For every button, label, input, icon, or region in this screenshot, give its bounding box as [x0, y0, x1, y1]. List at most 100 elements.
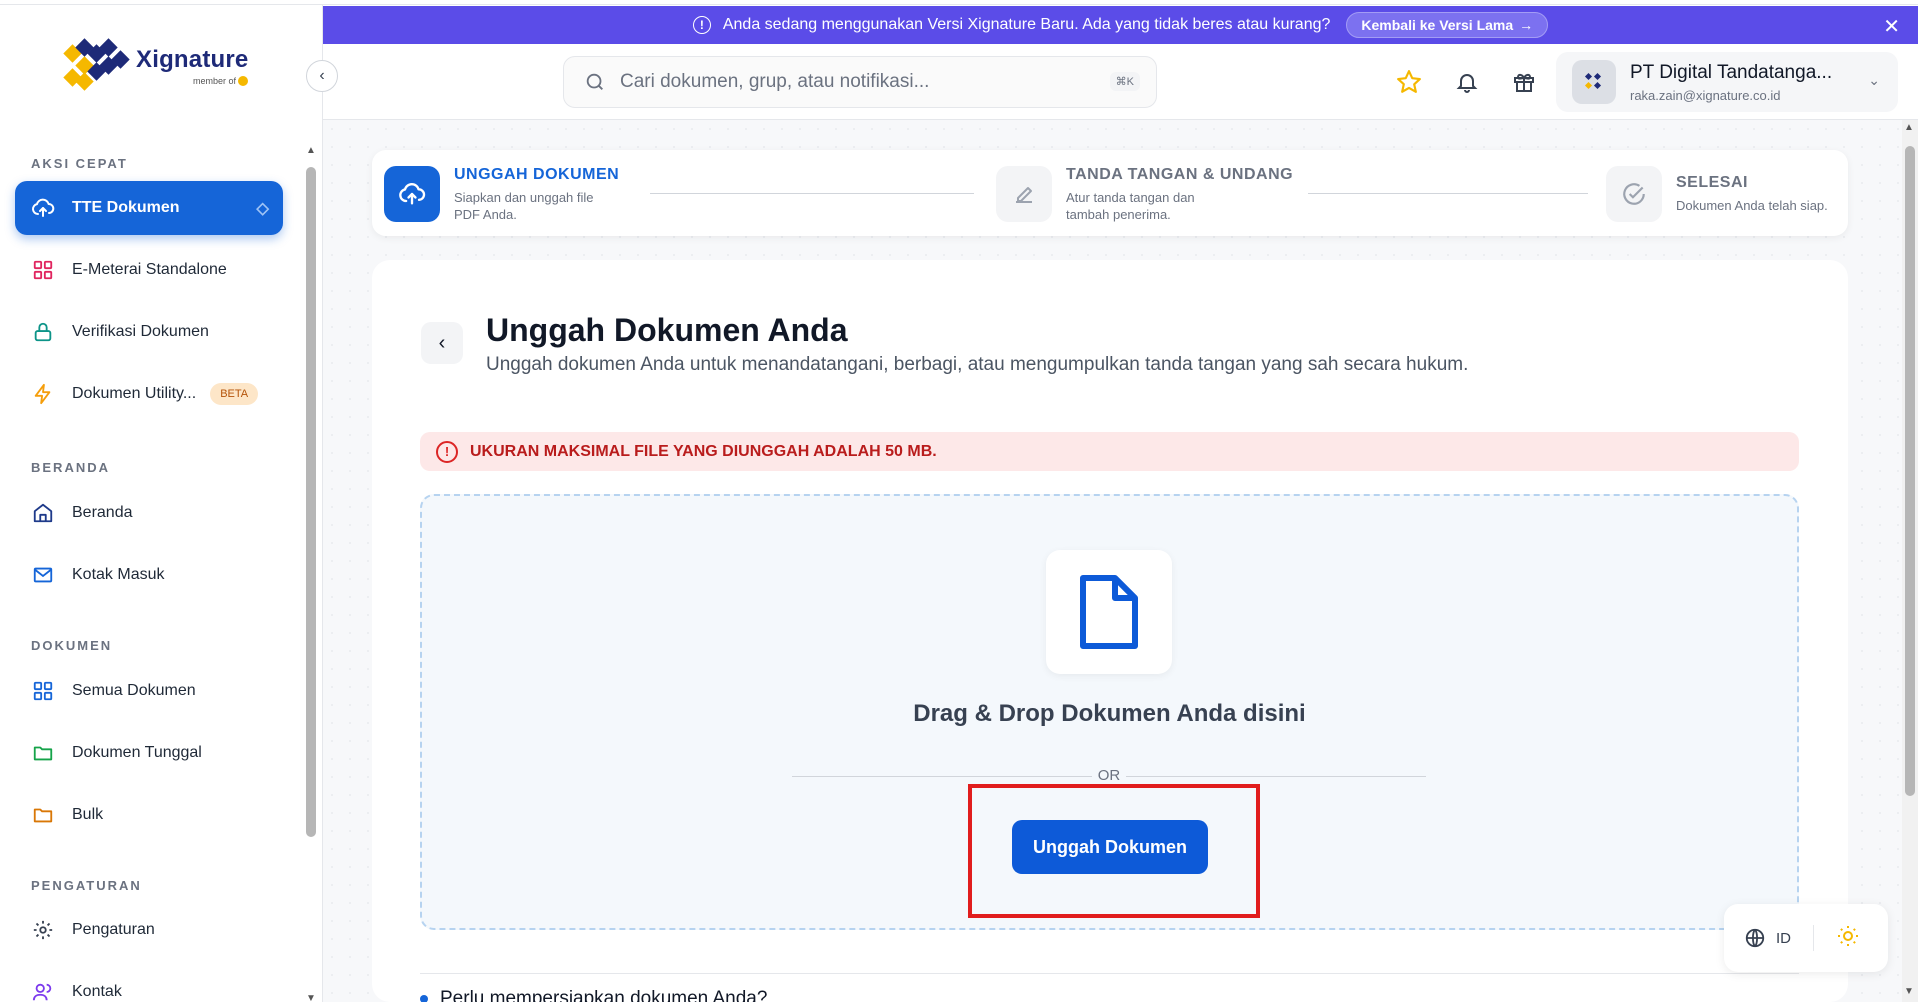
- alert-text: UKURAN MAKSIMAL FILE YANG DIUNGGAH ADALA…: [470, 442, 937, 460]
- xignature-logo[interactable]: Xignature member of: [63, 38, 249, 91]
- chevron-down-icon: ⌄: [1868, 72, 1880, 88]
- section-dokumen: DOKUMEN: [31, 638, 113, 653]
- step-selesai: SELESAI Dokumen Anda telah siap.: [1606, 166, 1828, 222]
- sidebar-item-semua-dokumen[interactable]: Semua Dokumen: [15, 664, 283, 718]
- grid-icon: [30, 257, 56, 283]
- lock-icon: [30, 319, 56, 345]
- globe-icon: [1745, 928, 1765, 948]
- or-label: OR: [1092, 767, 1126, 784]
- sidebar-item-dokumen-tunggal[interactable]: Dokumen Tunggal: [15, 726, 283, 780]
- sidebar-item-bulk[interactable]: Bulk: [15, 788, 283, 842]
- home-icon: [30, 500, 56, 526]
- scroll-down-icon[interactable]: ▼: [305, 993, 317, 1002]
- search-input[interactable]: [620, 71, 1080, 93]
- pen-icon: [996, 166, 1052, 222]
- beta-badge: BETA: [210, 383, 259, 405]
- controls-separator: [1813, 925, 1814, 951]
- sidebar-item-label: Bulk: [72, 806, 104, 823]
- sidebar-scrollbar[interactable]: ▲ ▼: [305, 145, 317, 1002]
- logo-tagline: member of: [136, 76, 249, 87]
- file-size-alert: ! UKURAN MAKSIMAL FILE YANG DIUNGGAH ADA…: [420, 432, 1799, 471]
- main-scrollbar[interactable]: ▲ ▼: [1902, 120, 1918, 1002]
- grid-icon: [30, 678, 56, 704]
- step-desc: Dokumen Anda telah siap.: [1676, 198, 1828, 213]
- chevron-left-icon: ‹: [438, 331, 446, 354]
- section-beranda: BERANDA: [31, 460, 110, 475]
- check-circle-icon: [1606, 166, 1662, 222]
- scroll-up-icon[interactable]: ▲: [305, 145, 317, 156]
- users-icon: [30, 979, 56, 1002]
- info-icon: !: [692, 16, 711, 34]
- folder-icon: [30, 740, 56, 766]
- scroll-down-icon[interactable]: ▼: [1904, 986, 1914, 997]
- file-icon-box: [1046, 550, 1172, 674]
- scrollbar-thumb[interactable]: [306, 167, 316, 837]
- sidebar: Xignature member of AKSI CEPAT TTE Dokum…: [0, 5, 323, 1002]
- sidebar-item-kontak[interactable]: Kontak: [15, 965, 283, 1002]
- sidebar-item-pengaturan[interactable]: Pengaturan: [15, 903, 283, 957]
- sidebar-item-label: E-Meterai Standalone: [72, 261, 227, 278]
- profile-name: PT Digital Tandatanga...: [1630, 61, 1833, 83]
- dropzone-title: Drag & Drop Dokumen Anda disini: [913, 700, 1306, 727]
- sidebar-item-label: Semua Dokumen: [72, 682, 196, 699]
- sidebar-item-label: Dokumen Tunggal: [72, 744, 202, 761]
- sidebar-item-label: Verifikasi Dokumen: [72, 323, 209, 340]
- mail-icon: [30, 562, 56, 588]
- collapse-sidebar-button[interactable]: ‹: [306, 60, 338, 92]
- progress-stepper: UNGGAH DOKUMEN Siapkan dan unggah file PD…: [372, 150, 1848, 236]
- highlight-box: [968, 784, 1260, 918]
- arrow-right-icon: →: [1519, 17, 1534, 33]
- step-desc: Siapkan dan unggah file PDF Anda.: [454, 190, 594, 222]
- alert-icon: !: [436, 440, 458, 463]
- sidebar-item-verifikasi[interactable]: Verifikasi Dokumen: [15, 305, 283, 359]
- prepare-document-hint[interactable]: Perlu mempersiapkan dokumen Anda?: [420, 988, 767, 1002]
- close-icon[interactable]: ✕: [1883, 14, 1900, 39]
- search-shortcut-badge: ⌘K: [1109, 72, 1140, 91]
- profile-menu[interactable]: PT Digital Tandatanga... raka.zain@xigna…: [1556, 52, 1898, 112]
- page-subtitle: Unggah dokumen Anda untuk menandatangani…: [486, 354, 1469, 375]
- bullet-dot: [420, 994, 428, 1002]
- scrollbar-thumb[interactable]: [1905, 146, 1915, 796]
- back-button[interactable]: ‹: [421, 322, 463, 364]
- scroll-up-icon[interactable]: ▲: [1904, 122, 1914, 133]
- sidebar-item-label: Kotak Masuk: [72, 566, 165, 583]
- sidebar-item-label: Beranda: [72, 504, 133, 521]
- step-unggah-dokumen: UNGGAH DOKUMEN Siapkan dan unggah file PD…: [384, 166, 619, 224]
- step-title: SELESAI: [1676, 174, 1748, 191]
- sidebar-item-kotak-masuk[interactable]: Kotak Masuk: [15, 548, 283, 602]
- search-icon: [586, 73, 603, 90]
- top-header: ⌘K PT Digital Tandatanga... raka.zain@xi…: [323, 44, 1918, 120]
- page-title: Unggah Dokumen Anda: [486, 312, 848, 348]
- sidebar-item-label: Dokumen Utility...: [72, 385, 197, 402]
- upload-cloud-icon: [30, 195, 56, 221]
- step-connector: [1308, 193, 1588, 194]
- gift-icon[interactable]: [1508, 66, 1540, 98]
- language-switcher[interactable]: ID: [1744, 927, 1791, 949]
- bolt-icon: [30, 381, 56, 407]
- search-bar[interactable]: ⌘K: [563, 56, 1157, 108]
- section-aksi-cepat: AKSI CEPAT: [31, 156, 128, 171]
- sun-icon[interactable]: [1836, 924, 1860, 953]
- sidebar-item-e-meterai[interactable]: E-Meterai Standalone: [15, 243, 283, 297]
- sidebar-item-tte-dokumen[interactable]: TTE Dokumen ⬦: [15, 181, 283, 235]
- folder-icon: [30, 802, 56, 828]
- step-title: UNGGAH DOKUMEN: [454, 166, 620, 183]
- step-title: TANDA TANGAN & UNDANG: [1066, 166, 1294, 183]
- step-tanda-tangan: TANDA TANGAN & UNDANG Atur tanda tangan …: [996, 166, 1293, 224]
- drag-handle-icon[interactable]: ⬦: [256, 198, 269, 219]
- upload-cloud-icon: [384, 166, 440, 222]
- document-icon: [1080, 575, 1138, 649]
- sidebar-item-dokumen-utility[interactable]: Dokumen Utility... BETA: [15, 367, 283, 421]
- sidebar-item-label: Pengaturan: [72, 921, 155, 938]
- bell-icon[interactable]: [1451, 66, 1483, 98]
- back-to-old-version-button[interactable]: Kembali ke Versi Lama →: [1346, 12, 1549, 38]
- banner-message: Anda sedang menggunakan Versi Xignature …: [722, 16, 1331, 33]
- logo-mark-icon: [63, 38, 130, 91]
- star-icon[interactable]: [1393, 66, 1425, 98]
- section-divider: [420, 973, 1799, 974]
- language-theme-controls: ID: [1724, 904, 1888, 972]
- sidebar-item-beranda[interactable]: Beranda: [15, 486, 283, 540]
- section-pengaturan: PENGATURAN: [31, 878, 142, 893]
- step-desc: Atur tanda tangan dan tambah penerima.: [1066, 190, 1195, 222]
- step-connector: [650, 193, 974, 194]
